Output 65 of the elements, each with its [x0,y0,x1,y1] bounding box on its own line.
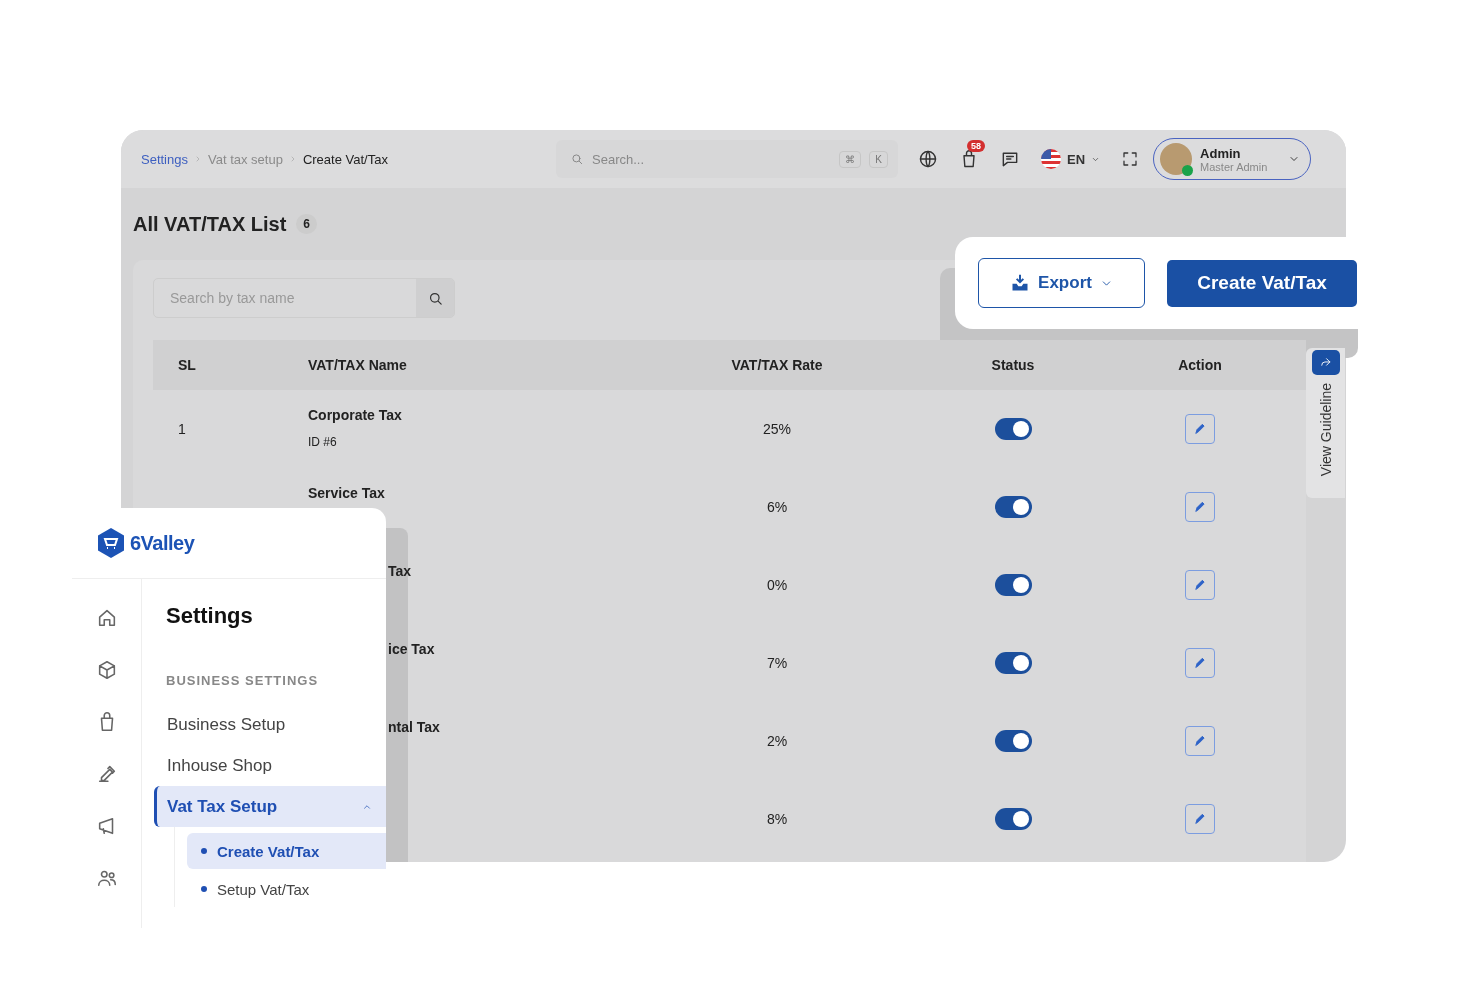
shortcut-key: ⌘ [839,150,862,168]
tax-rate: 2% [766,733,788,749]
column-header: Status [991,357,1035,373]
chat-icon [1000,149,1020,169]
pencil-icon [1193,578,1207,592]
table-cell-text: 1 [177,421,187,437]
tax-rate: 0% [766,577,788,593]
pencil-icon [1193,734,1207,748]
column-header: Action [1178,357,1222,373]
create-button[interactable]: Create Vat/Tax [1167,259,1357,307]
menu-item[interactable]: Business Setup [154,704,386,745]
tax-name: Service Tax [308,485,386,501]
status-toggle[interactable] [994,730,1032,752]
pencil-icon [1193,812,1207,826]
download-icon [1010,273,1031,293]
breadcrumb-item: Create Vat/Tax [302,151,388,167]
tax-rate: 6% [766,499,788,515]
cart-badge: 58 [967,140,985,152]
logo-text: 6Valley [130,531,195,555]
avatar-icon [1160,143,1193,175]
pencil-icon [1193,422,1207,436]
status-toggle[interactable] [994,418,1032,440]
menu-item[interactable]: Inhouse Shop [154,745,386,786]
submenu-item[interactable]: Setup Vat/Tax [187,871,386,907]
status-toggle[interactable] [994,808,1032,830]
column-header: SL [178,357,196,373]
tax-name: ice Tax [388,641,436,657]
submenu-item[interactable]: Create Vat/Tax [187,833,386,869]
shortcut-key: K [869,150,888,168]
edit-button[interactable] [1185,414,1215,444]
page-title: All VAT/TAX List [133,212,287,236]
breadcrumb-item[interactable]: Settings [141,151,188,167]
pencil-icon [1193,656,1207,670]
section-label: BUSINESS SETTINGS [166,673,320,688]
edit-button[interactable] [1185,726,1215,756]
edit-button[interactable] [1185,648,1215,678]
edit-button[interactable] [1185,570,1215,600]
fullscreen-icon [1121,150,1140,168]
tax-rate: 25% [763,421,791,437]
status-toggle[interactable] [994,496,1032,518]
flag-icon [1041,149,1061,169]
sidebar-heading: Settings [165,603,254,629]
column-header: VAT/TAX Rate [731,357,823,373]
view-guideline-tab[interactable]: View Guideline [1306,348,1345,498]
logo-icon [96,527,126,559]
pencil-icon [1193,500,1207,514]
menu-item[interactable]: Vat Tax Setup [154,786,386,827]
column-header: VAT/TAX Name [308,357,407,373]
language-label[interactable]: EN [1067,151,1086,167]
count-badge: 6 [296,214,318,234]
edit-button[interactable] [1185,804,1215,834]
tax-id: ID #6 [308,435,338,449]
status-toggle[interactable] [994,652,1032,674]
search-icon [570,152,584,166]
edit-button[interactable] [1185,492,1215,522]
status-toggle[interactable] [994,574,1032,596]
tax-name: ntal Tax [388,719,441,735]
globe-icon [918,149,938,169]
tax-name: Corporate Tax [308,407,403,423]
chevron-right-icon [194,155,202,163]
tax-rate: 7% [766,655,788,671]
share-arrow-icon [1319,356,1332,369]
tax-name: Tax [388,563,413,579]
tax-rate: 8% [766,811,788,827]
export-button[interactable]: Export [978,258,1145,308]
